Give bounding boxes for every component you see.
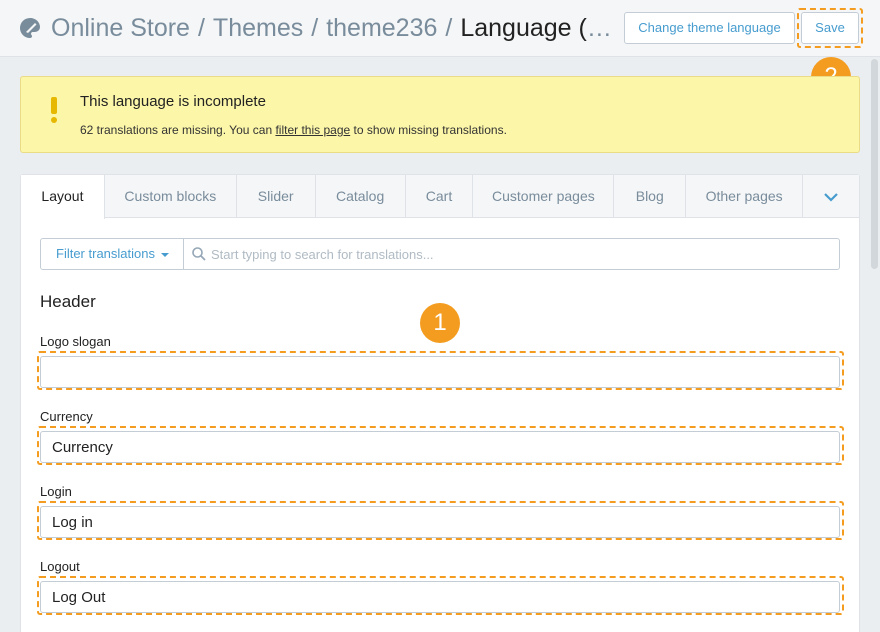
- breadcrumb-separator: /: [445, 14, 453, 42]
- exclamation-icon: [51, 97, 57, 123]
- top-bar: Online Store / Themes / theme236/Language (E…: [0, 0, 880, 57]
- page-scrollbar[interactable]: [868, 57, 880, 632]
- alert-message-prefix: 62 translations are missing. You can: [80, 123, 276, 137]
- tab-layout[interactable]: Layout: [21, 175, 105, 219]
- alert-title: This language is incomplete: [80, 93, 266, 110]
- filter-translations-label: Filter translations: [56, 246, 155, 261]
- section-title: Header: [40, 292, 96, 311]
- field-label-currency: Currency: [40, 409, 93, 424]
- filter-bar: Filter translations: [40, 238, 840, 270]
- tab-catalog[interactable]: Catalog: [316, 175, 406, 218]
- field-label-login: Login: [40, 484, 72, 499]
- breadcrumb-theme[interactable]: theme236: [326, 14, 437, 42]
- change-theme-language-button[interactable]: Change theme language: [624, 12, 795, 44]
- tab-other-pages[interactable]: Other pages: [686, 175, 804, 218]
- breadcrumb-separator: /: [197, 14, 205, 42]
- chevron-down-icon: [824, 193, 838, 202]
- currency-input[interactable]: [40, 431, 840, 463]
- breadcrumb-online-store[interactable]: Online Store: [51, 14, 190, 42]
- paint-palette-icon: [20, 18, 40, 38]
- logout-input[interactable]: [40, 581, 840, 613]
- tab-customer-pages[interactable]: Customer pages: [473, 175, 615, 218]
- more-tabs-button[interactable]: [803, 175, 859, 218]
- field-label-logout: Logout: [40, 559, 80, 574]
- tab-blog[interactable]: Blog: [614, 175, 687, 218]
- breadcrumb: Online Store / Themes / theme236/Language (E…: [51, 12, 616, 44]
- translations-card: Layout Custom blocks Slider Catalog Cart…: [20, 174, 860, 632]
- filter-this-page-link[interactable]: filter this page: [275, 123, 350, 137]
- filter-translations-button[interactable]: Filter translations: [41, 239, 184, 269]
- tab-custom-blocks[interactable]: Custom blocks: [105, 175, 237, 218]
- alert-message: 62 translations are missing. You can fil…: [80, 123, 507, 137]
- tab-cart[interactable]: Cart: [406, 175, 474, 218]
- search-icon: [192, 247, 206, 261]
- field-label-logo-slogan: Logo slogan: [40, 334, 111, 349]
- tab-bar: Layout Custom blocks Slider Catalog Cart…: [21, 175, 859, 219]
- scrollbar-thumb[interactable]: [871, 59, 878, 269]
- breadcrumb-themes[interactable]: Themes: [213, 14, 303, 42]
- save-button[interactable]: Save: [801, 12, 859, 44]
- caret-down-icon: [160, 252, 169, 257]
- breadcrumb-separator: /: [311, 14, 319, 42]
- tab-slider[interactable]: Slider: [237, 175, 316, 218]
- page-title: Language (En…: [460, 14, 616, 42]
- callout-badge-1: 1: [420, 303, 460, 343]
- login-input[interactable]: [40, 506, 840, 538]
- alert-message-suffix: to show missing translations.: [350, 123, 507, 137]
- logo-slogan-input[interactable]: [40, 356, 840, 388]
- incomplete-language-alert: This language is incomplete 62 translati…: [20, 76, 860, 153]
- search-input[interactable]: [211, 239, 831, 269]
